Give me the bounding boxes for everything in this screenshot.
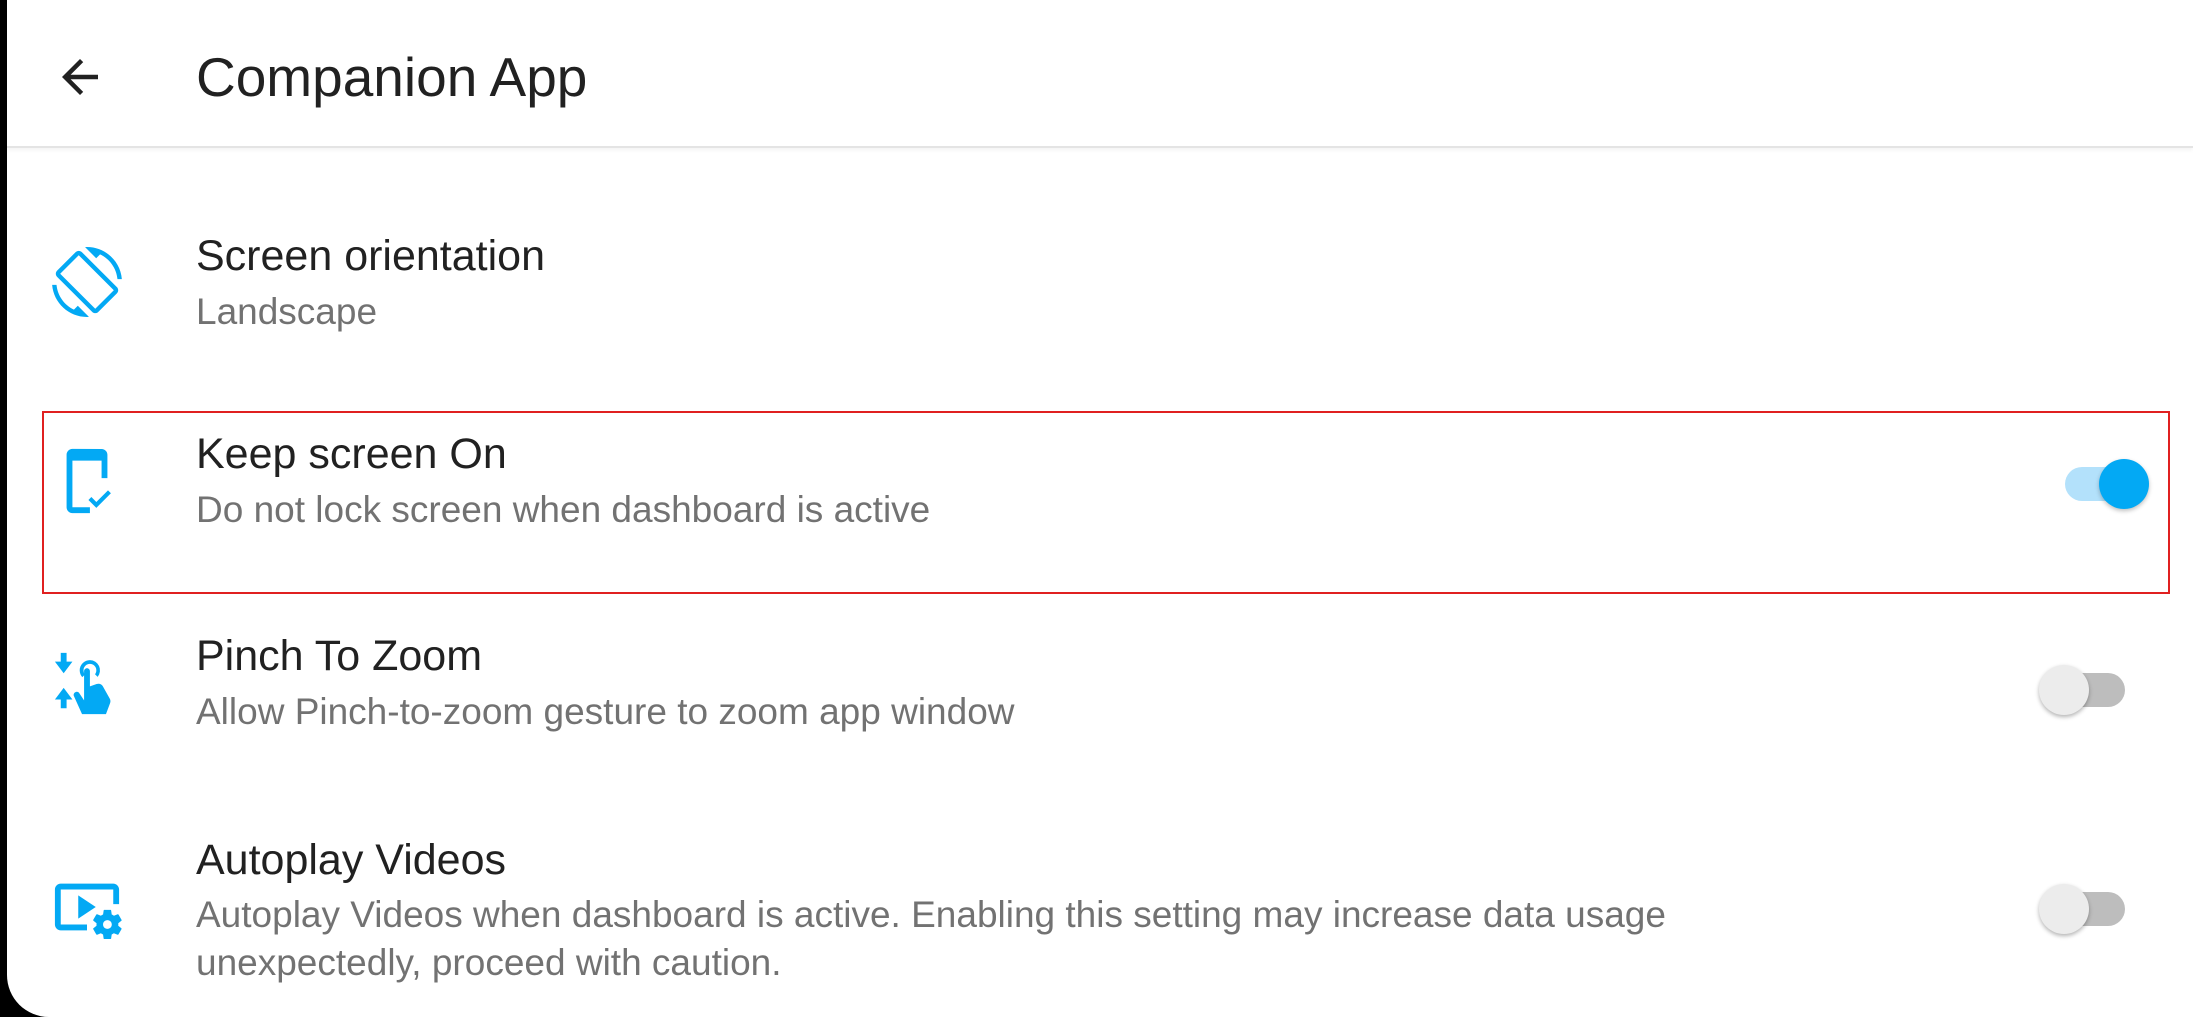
toggle-thumb — [2099, 459, 2149, 509]
setting-subtitle: Landscape — [196, 291, 378, 332]
setting-title: Screen orientation — [196, 232, 545, 280]
setting-title: Autoplay Videos — [196, 836, 506, 884]
video-settings-icon — [45, 865, 129, 949]
setting-autoplay-videos[interactable]: Autoplay Videos Autoplay Videos when das… — [7, 820, 2193, 1017]
back-button[interactable] — [48, 45, 112, 109]
autoplay-videos-toggle[interactable] — [2039, 878, 2129, 934]
setting-title: Pinch To Zoom — [196, 632, 483, 680]
setting-subtitle: Do not lock screen when dashboard is act… — [196, 489, 931, 530]
phone-lock-icon — [45, 439, 129, 523]
settings-screen: Companion App Screen orientation Landsca… — [7, 0, 2193, 1017]
app-bar: Companion App — [7, 0, 2193, 148]
keep-screen-on-toggle[interactable] — [2059, 453, 2149, 509]
arrow-back-icon — [62, 59, 98, 95]
toggle-thumb — [2039, 665, 2089, 715]
screen-rotation-icon — [45, 240, 129, 324]
setting-pinch-to-zoom[interactable]: Pinch To Zoom Allow Pinch-to-zoom gestur… — [7, 620, 2193, 770]
setting-screen-orientation[interactable]: Screen orientation Landscape — [7, 220, 2193, 370]
page-title: Companion App — [196, 46, 588, 108]
pinch-to-zoom-toggle[interactable] — [2039, 659, 2129, 715]
pinch-gesture-icon — [45, 640, 129, 724]
setting-keep-screen-on[interactable]: Keep screen On Do not lock screen when d… — [7, 415, 2193, 595]
toggle-thumb — [2039, 884, 2089, 934]
setting-subtitle: Autoplay Videos when dashboard is active… — [196, 894, 1666, 983]
setting-subtitle: Allow Pinch-to-zoom gesture to zoom app … — [196, 691, 1015, 732]
setting-title: Keep screen On — [196, 430, 507, 478]
